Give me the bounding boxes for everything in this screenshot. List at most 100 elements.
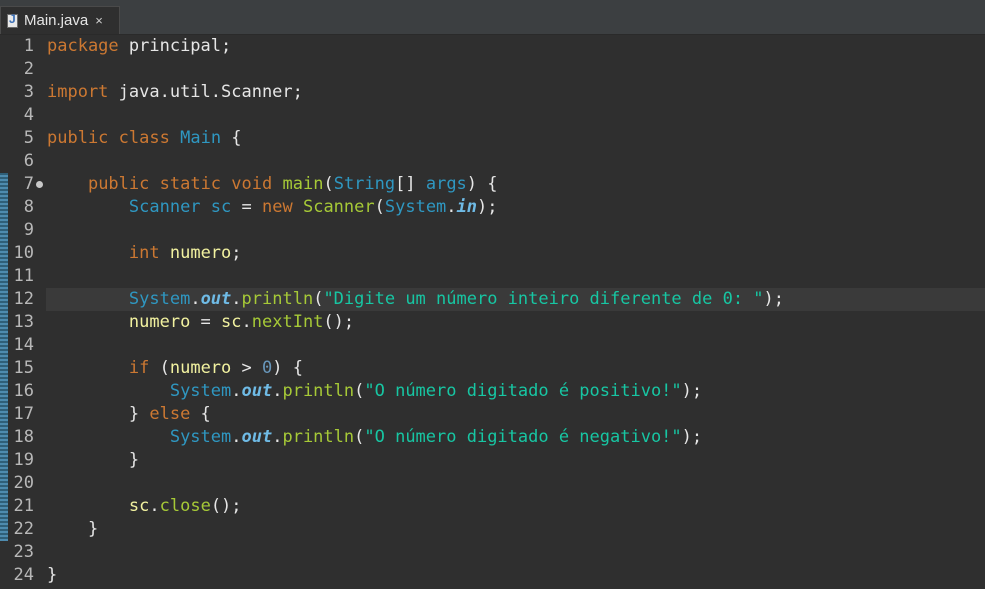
code-line[interactable] [47,541,985,564]
code-token: ); [763,289,785,309]
code-line[interactable]: package principal; [47,35,985,58]
code-token: int [128,243,160,263]
code-token: ); [477,197,498,217]
code-token: (); [323,312,355,332]
line-number: 3 [23,82,34,102]
code-token: new [262,197,293,217]
line-number: 14 [13,335,34,355]
code-token: numero [169,243,232,263]
code-token: "O número digitado é negativo!" [364,427,682,447]
line-number: 11 [13,266,34,286]
code-token: Scanner [302,197,375,217]
code-line[interactable]: numero = sc.nextInt(); [47,311,985,334]
code-token: ) { [272,358,303,378]
code-token: ; [231,243,242,263]
code-line[interactable]: public static void main(String[] args) { [47,173,985,196]
code-line[interactable] [47,334,985,357]
code-line[interactable] [47,104,985,127]
code-line[interactable]: import java.util.Scanner; [47,81,985,104]
code-token: ( [354,381,365,401]
code-line[interactable]: System.out.println("O número digitado é … [47,380,985,403]
code-line[interactable] [47,150,985,173]
code-token: in [456,197,478,217]
line-number: 20 [13,473,34,493]
code-token: . [241,312,252,332]
code-token: System [169,427,232,447]
code-token: package [47,36,119,56]
line-number: 13 [13,312,34,332]
code-token: } [47,565,58,585]
code-line[interactable]: } [47,518,985,541]
code-token: [] [395,174,426,194]
line-number: 12 [13,289,34,309]
line-number: 18 [13,427,34,447]
code-token: sc [210,197,232,217]
code-token: } [47,450,140,470]
line-number: 8 [23,197,34,217]
line-number: 21 [13,496,34,516]
code-line[interactable]: sc.close(); [47,495,985,518]
code-line[interactable] [47,219,985,242]
code-token: ); [681,381,703,401]
code-token: nextInt [251,312,324,332]
code-token: . [272,427,283,447]
code-line[interactable] [47,472,985,495]
code-line[interactable]: Scanner sc = new Scanner(System.in); [47,196,985,219]
code-token: if [128,358,150,378]
code-line[interactable]: System.out.println("O número digitado é … [47,426,985,449]
code-token: args [425,174,467,194]
code-token: > [231,358,262,378]
code-token: println [282,381,355,401]
code-token: . [190,289,201,309]
close-icon[interactable]: × [95,14,103,27]
java-file-icon [7,12,18,28]
code-line[interactable] [47,58,985,81]
code-token: java.util.Scanner; [108,82,303,102]
code-token: } [47,404,150,424]
code-editor[interactable]: 1 2 3 4 5 6 7 8 9 10 11 12 13 14 15 16 17 18 19 20 21 22 23 24 … [0,35,985,589]
code-token: out [241,427,273,447]
code-token: ( [149,358,170,378]
line-number: 16 [13,381,34,401]
tab-title: Main.java [24,12,89,29]
code-line[interactable]: } [47,449,985,472]
code-line[interactable]: public class Main { [47,127,985,150]
line-number: 6 [23,151,34,171]
code-line[interactable]: int numero; [47,242,985,265]
tab-main-java[interactable]: Main.java × [0,6,120,34]
code-token: . [272,381,283,401]
code-line[interactable] [47,265,985,288]
code-line[interactable]: } else { [47,403,985,426]
code-token: numero [128,312,191,332]
code-line[interactable]: System.out.println("Digite um número int… [46,288,985,311]
code-token: static [159,174,222,194]
code-line[interactable]: } [47,564,985,587]
line-number: 19 [13,450,34,470]
code-token: . [149,496,160,516]
code-token: Main [180,128,222,148]
line-number: 15 [13,358,34,378]
code-token: . [231,289,242,309]
code-line[interactable]: if (numero > 0) { [47,357,985,380]
code-token: String [333,174,396,194]
code-token: close [159,496,211,516]
line-number: 7 [0,173,43,196]
code-token: "Digite um número inteiro diferente de 0… [323,289,764,309]
code-token: = [231,197,262,217]
line-number: 9 [23,220,34,240]
code-token: ( [374,197,385,217]
code-token: main [282,174,324,194]
code-area[interactable]: package principal; import java.util.Scan… [46,35,985,587]
